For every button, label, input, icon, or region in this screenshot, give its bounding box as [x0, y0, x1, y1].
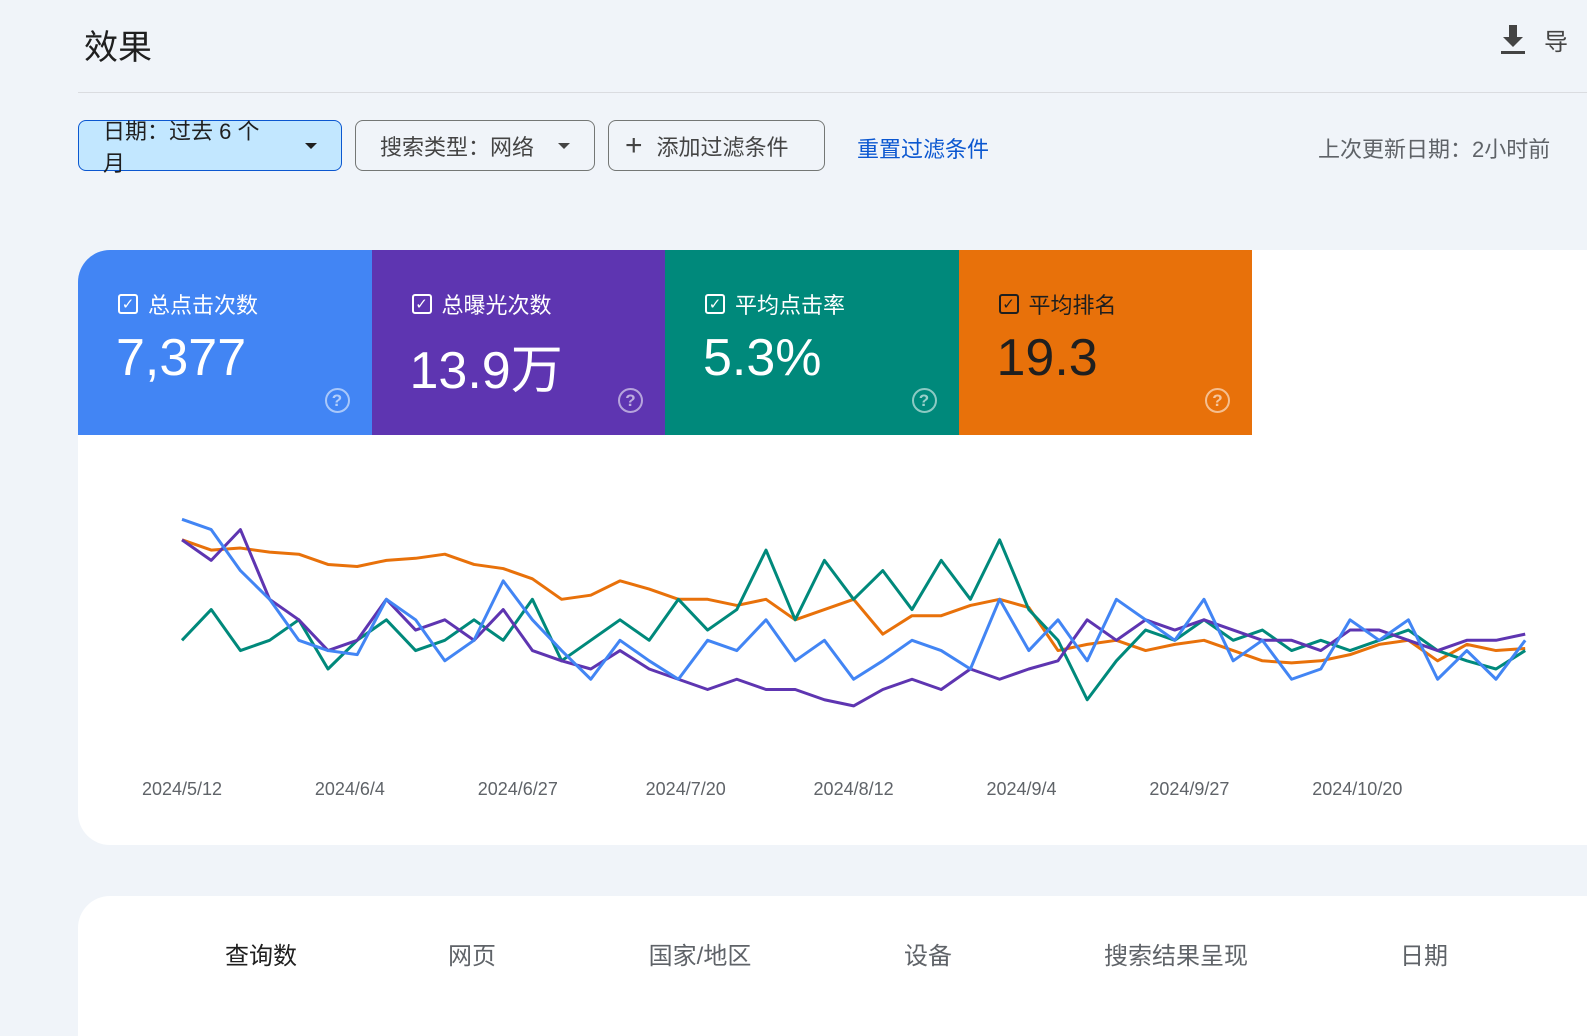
export-label: 导 [1544, 29, 1568, 56]
tab-dates[interactable]: 日期 [1400, 936, 1448, 971]
checkbox-checked-icon[interactable]: ✓ [998, 294, 1019, 314]
tab-pages[interactable]: 网页 [448, 936, 496, 971]
checkbox-checked-icon[interactable]: ✓ [411, 294, 432, 314]
header-divider [78, 92, 1587, 93]
x-tick-label: 2024/8/12 [814, 779, 894, 799]
performance-chart-card: 2024/5/12 2024/6/4 2024/6/27 2024/7/20 2024/… [78, 250, 1587, 845]
help-icon[interactable]: ? [618, 388, 643, 413]
metric-tile-ctr[interactable]: ✓ 平均点击率 5.3% ? [665, 250, 959, 435]
x-tick-label: 2024/5/12 [142, 779, 222, 799]
date-filter-label: 日期：过去 6 个月 [103, 118, 260, 176]
help-icon[interactable]: ? [1205, 388, 1230, 413]
date-filter-chip[interactable]: 日期：过去 6 个月 [78, 119, 342, 176]
help-icon[interactable]: ? [324, 388, 350, 413]
search-type-label: 搜索类型：网络 [380, 134, 535, 160]
x-tick-label: 2024/10/20 [1312, 779, 1402, 799]
page-title: 效果 [84, 29, 152, 67]
download-icon [1501, 24, 1525, 54]
x-tick-label: 2024/9/4 [986, 779, 1056, 799]
series-line-1 [180, 538, 1527, 702]
metric-label: 总点击次数 [148, 293, 259, 318]
metric-value: 7,377 [116, 329, 247, 387]
metric-value: 13.9万 [409, 342, 563, 400]
metric-value: 19.3 [996, 329, 1098, 387]
export-button[interactable]: 导 [1500, 22, 1568, 57]
metric-value: 5.3% [703, 329, 822, 387]
tab-countries[interactable]: 国家/地区 [649, 936, 752, 971]
chevron-down-icon [558, 142, 570, 149]
last-updated-text: 上次更新日期：2小时前 [1318, 137, 1551, 162]
help-icon[interactable]: ? [911, 388, 937, 413]
search-type-filter-chip[interactable]: 搜索类型：网络 [355, 120, 595, 171]
tab-queries[interactable]: 查询数 [225, 936, 297, 971]
x-tick-label: 2024/7/20 [646, 779, 726, 799]
chevron-down-icon [305, 142, 317, 149]
add-filter-button[interactable]: + 添加过滤条件 [608, 120, 825, 171]
tab-devices[interactable]: 设备 [904, 936, 952, 971]
metric-label: 平均排名 [1028, 293, 1117, 318]
metric-tile-position[interactable]: ✓ 平均排名 19.3 ? [958, 250, 1252, 435]
reset-filters-link[interactable]: 重置过滤条件 [857, 132, 989, 164]
checkbox-checked-icon[interactable]: ✓ [705, 294, 725, 314]
metric-label: 总曝光次数 [441, 293, 552, 318]
metric-label: 平均点击率 [735, 293, 846, 318]
metric-tile-clicks[interactable]: ✓ 总点击次数 7,377 ? [78, 250, 372, 435]
tab-search-appearance[interactable]: 搜索结果呈现 [1104, 936, 1248, 971]
checkbox-checked-icon[interactable]: ✓ [118, 294, 138, 314]
x-tick-label: 2024/6/4 [315, 779, 385, 799]
plus-icon: + [625, 128, 643, 162]
add-filter-label: 添加过滤条件 [656, 134, 789, 160]
x-tick-label: 2024/6/27 [478, 779, 558, 799]
dimension-tabs-card [78, 896, 1587, 1036]
metric-tile-impressions[interactable]: ✓ 总曝光次数 13.9万 ? [371, 250, 665, 435]
x-tick-label: 2024/9/27 [1149, 779, 1229, 799]
